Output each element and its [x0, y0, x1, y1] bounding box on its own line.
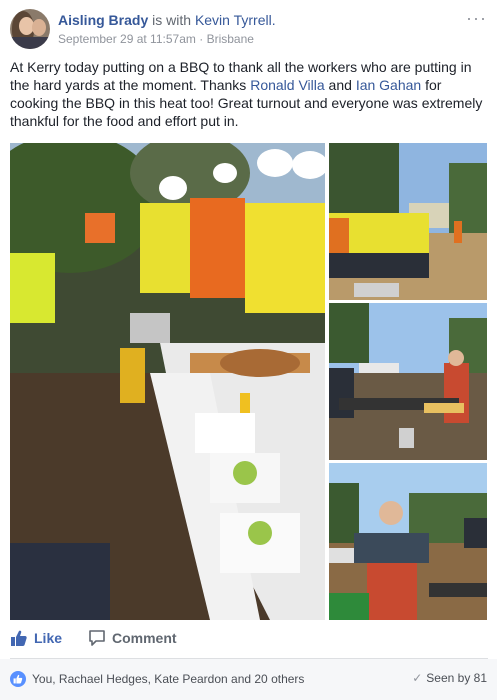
photo-main-illustration — [10, 143, 325, 620]
photo-cook-apron[interactable] — [329, 463, 487, 620]
photo-workers-queue[interactable] — [329, 143, 487, 300]
photo-cook-apron-illustration — [329, 463, 487, 620]
post-text-part-2: and — [324, 77, 356, 93]
facebook-post: Aisling Brady is with Kevin Tyrrell. Sep… — [0, 0, 497, 700]
author-avatar[interactable] — [10, 9, 50, 49]
tagged-person-link[interactable]: Kevin Tyrrell. — [195, 12, 276, 28]
meta-separator: · — [199, 32, 204, 46]
photo-main-bbq-table[interactable] — [10, 143, 325, 620]
author-name-link[interactable]: Aisling Brady — [58, 12, 148, 28]
with-label: is with — [152, 12, 192, 28]
post-timestamp-link[interactable]: September 29 at 11:57am — [58, 32, 196, 46]
avatar-face-second — [32, 19, 46, 36]
thumbs-up-icon — [11, 630, 27, 646]
speech-bubble-icon — [89, 630, 105, 646]
seen-by-count[interactable]: ✓ Seen by 81 — [412, 671, 487, 685]
mention-ian-gahan[interactable]: Ian Gahan — [356, 77, 421, 93]
avatar-shirt — [10, 37, 50, 49]
post-actions-bar: Like Comment — [10, 626, 488, 654]
mention-ronald-villa[interactable]: Ronald Villa — [250, 77, 324, 93]
reactions-text: You, Rachael Hedges, Kate Peardon and 20… — [32, 672, 305, 686]
with-text: is with — [152, 12, 195, 28]
comment-label: Comment — [112, 630, 177, 646]
post-location-link[interactable]: Brisbane — [207, 32, 254, 46]
post-header-line: Aisling Brady is with Kevin Tyrrell. — [58, 12, 276, 28]
thumbs-up-small-icon — [13, 674, 23, 684]
photo-bbq-grill[interactable] — [329, 303, 487, 460]
photo-bbq-grill-illustration — [329, 303, 487, 460]
comment-button[interactable]: Comment — [88, 629, 177, 647]
like-reaction-icon — [10, 671, 26, 687]
photo-workers-queue-illustration — [329, 143, 487, 300]
like-button[interactable]: Like — [10, 629, 62, 647]
like-label: Like — [34, 630, 63, 646]
checkmark-icon: ✓ — [412, 671, 423, 685]
post-body: At Kerry today putting on a BBQ to thank… — [10, 58, 488, 130]
post-meta: September 29 at 11:57am · Brisbane — [58, 32, 254, 46]
reactions-summary[interactable]: You, Rachael Hedges, Kate Peardon and 20… — [10, 671, 304, 687]
seen-text: Seen by 81 — [426, 671, 487, 685]
post-footer: You, Rachael Hedges, Kate Peardon and 20… — [0, 659, 497, 700]
more-options-icon[interactable]: ··· — [466, 8, 487, 29]
